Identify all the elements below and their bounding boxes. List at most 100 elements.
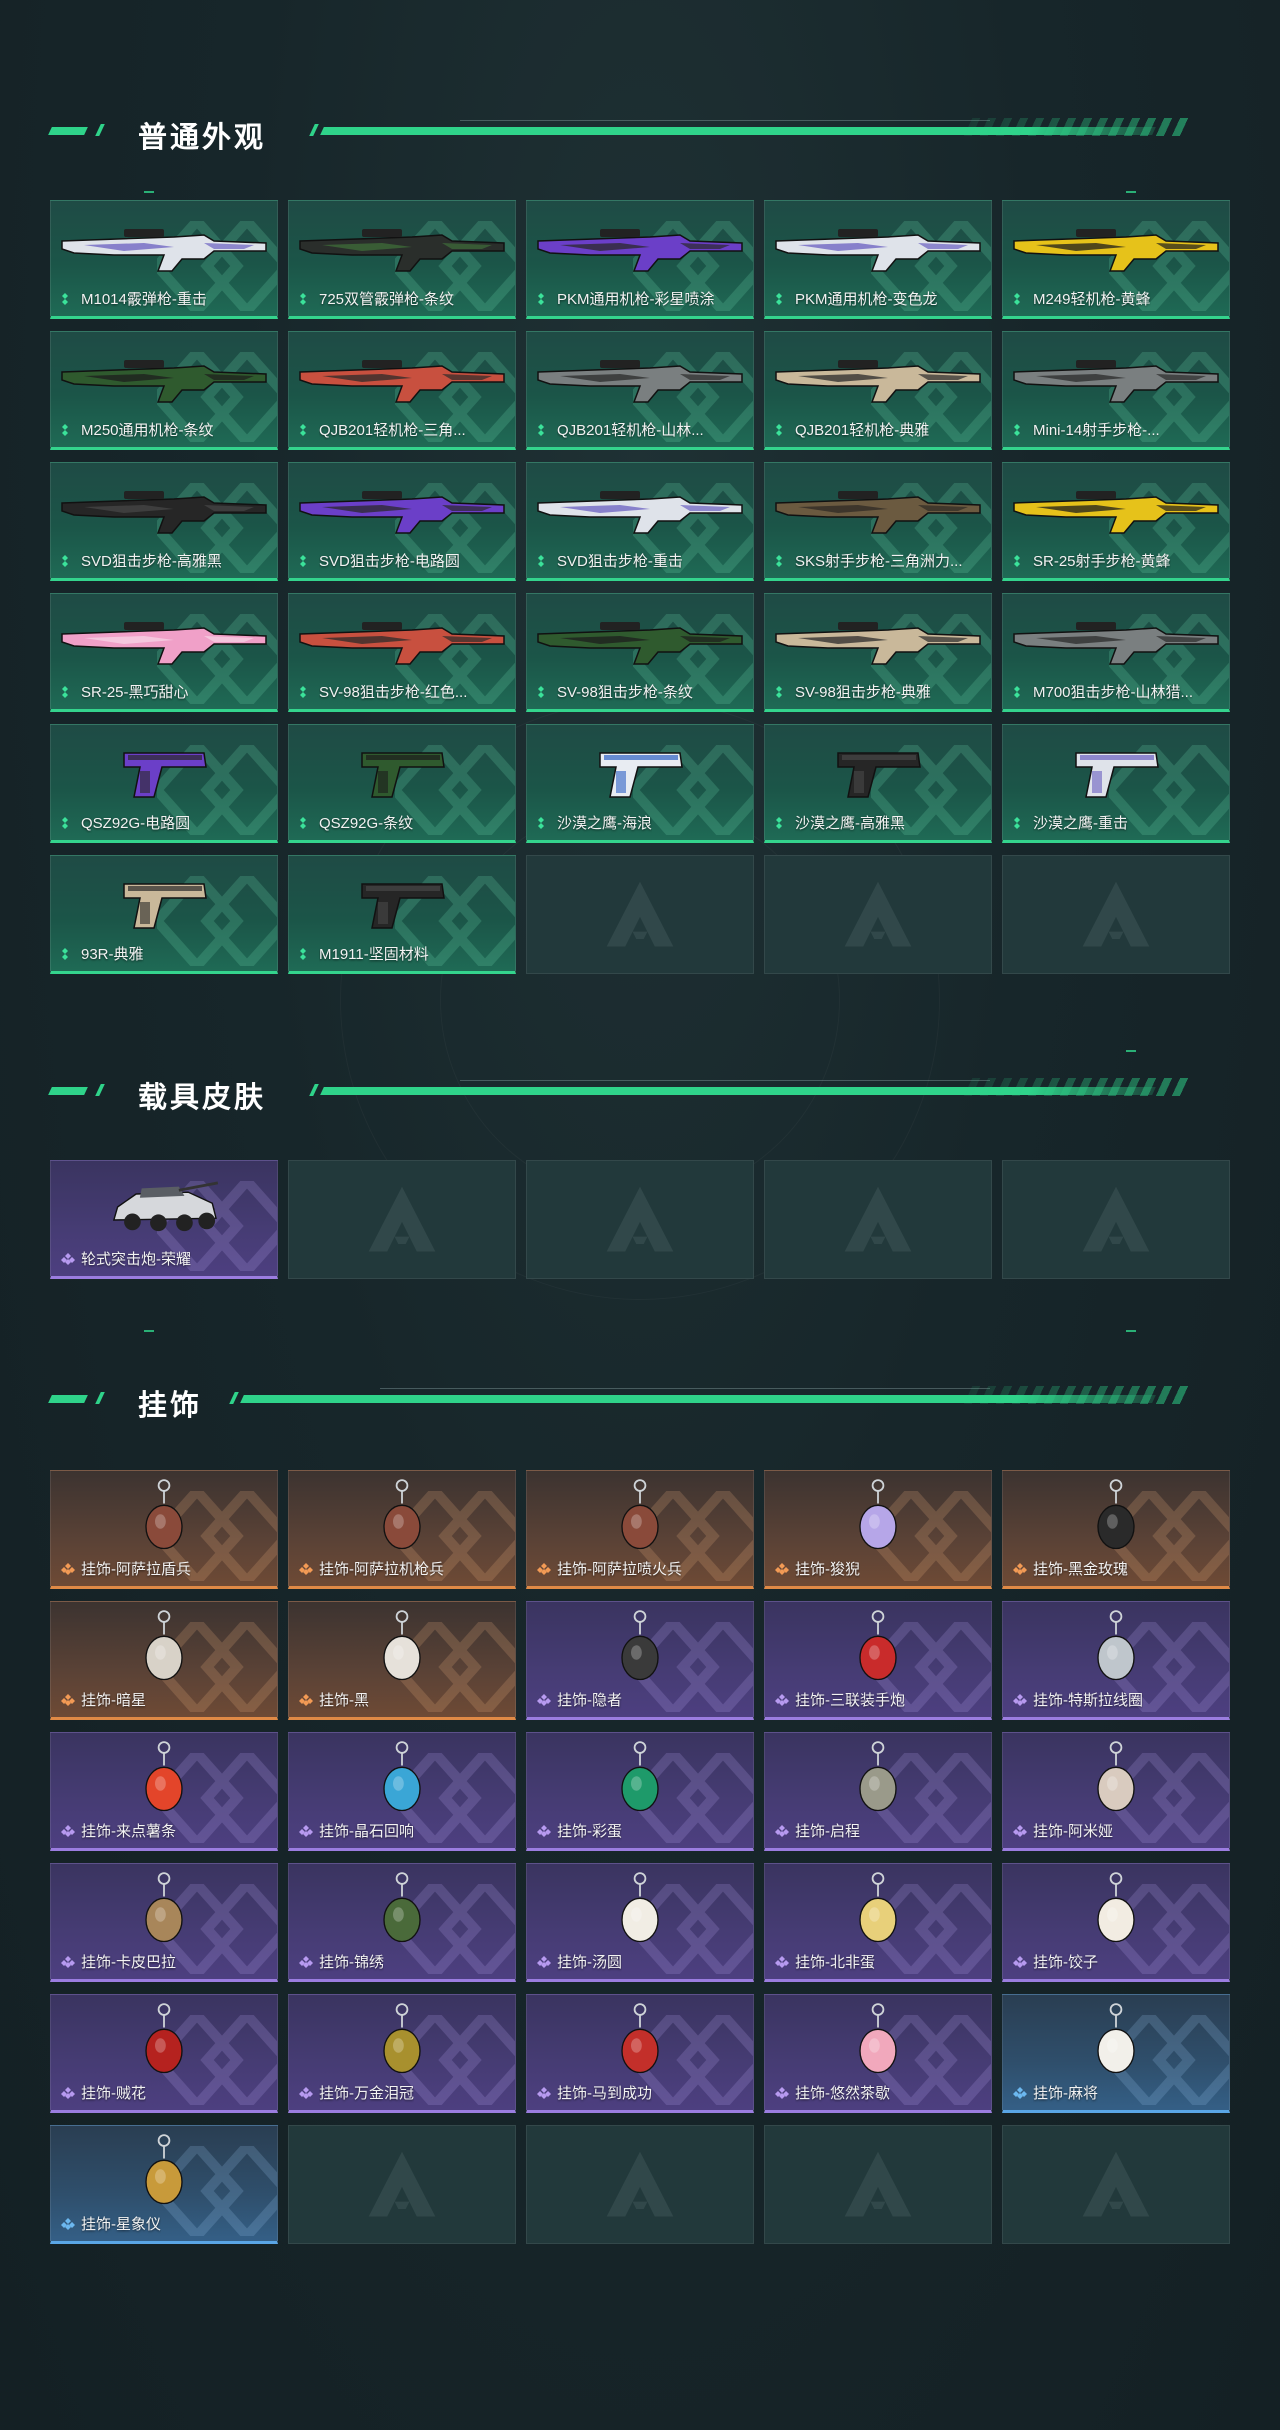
item-card[interactable]: SVD狙击步枪-电路圆	[288, 462, 516, 581]
item-card[interactable]: 挂饰-黑金玫瑰	[1002, 1470, 1230, 1589]
item-name-row: 挂饰-饺子	[1013, 1951, 1223, 1972]
item-card[interactable]: M1014霰弹枪-重击	[50, 200, 278, 319]
item-name-row: 沙漠之鹰-高雅黑	[775, 812, 985, 833]
item-card[interactable]: SR-25射手步枪-黄蜂	[1002, 462, 1230, 581]
item-card[interactable]: 挂饰-阿萨拉盾兵	[50, 1470, 278, 1589]
item-image	[527, 600, 753, 680]
item-name-row: M700狙击步枪-山林猎...	[1013, 681, 1223, 702]
item-name-row: QSZ92G-电路圆	[61, 812, 271, 833]
tag-charm-icon	[383, 1610, 421, 1681]
item-image	[289, 1739, 515, 1819]
item-image	[289, 862, 515, 942]
item-card[interactable]: 轮式突击炮-荣耀	[50, 1160, 278, 1279]
item-name: Mini-14射手步枪-...	[1033, 422, 1160, 439]
item-card[interactable]: M249轻机枪-黄蜂	[1002, 200, 1230, 319]
item-card[interactable]: SV-98狙击步枪-红色...	[288, 593, 516, 712]
item-card[interactable]: 挂饰-特斯拉线圈	[1002, 1601, 1230, 1720]
item-name: 挂饰-黑	[319, 1692, 369, 1709]
decor-mark	[1126, 1050, 1136, 1052]
item-card[interactable]: QJB201轻机枪-典雅	[764, 331, 992, 450]
item-card[interactable]: 挂饰-万金泪冠	[288, 1994, 516, 2113]
item-card[interactable]: 挂饰-卡皮巴拉	[50, 1863, 278, 1982]
item-card[interactable]: 挂饰-来点薯条	[50, 1732, 278, 1851]
item-card[interactable]: 挂饰-三联装手炮	[764, 1601, 992, 1720]
item-card[interactable]: 挂饰-隐者	[526, 1601, 754, 1720]
item-card[interactable]: SV-98狙击步枪-条纹	[526, 593, 754, 712]
item-card[interactable]: 挂饰-饺子	[1002, 1863, 1230, 1982]
item-card[interactable]: 725双管霰弹枪-条纹	[288, 200, 516, 319]
item-name: SR-25-黑巧甜心	[81, 684, 189, 701]
item-card[interactable]: SVD狙击步枪-重击	[526, 462, 754, 581]
item-name: 挂饰-饺子	[1033, 1954, 1098, 1971]
item-name: QJB201轻机枪-三角...	[319, 422, 466, 439]
item-card[interactable]: QSZ92G-电路圆	[50, 724, 278, 843]
item-image	[1003, 1608, 1229, 1688]
rarity-diamond-icon	[62, 292, 68, 305]
item-name-row: M250通用机枪-条纹	[61, 419, 271, 440]
item-card[interactable]: SVD狙击步枪-高雅黑	[50, 462, 278, 581]
item-card[interactable]: SR-25-黑巧甜心	[50, 593, 278, 712]
item-name: M249轻机枪-黄蜂	[1033, 291, 1151, 308]
item-card[interactable]: 挂饰-黑	[288, 1601, 516, 1720]
item-name: M1911-坚固材料	[319, 946, 429, 963]
item-name: PKM通用机枪-彩星喷涂	[557, 291, 715, 308]
item-card[interactable]: 挂饰-阿米娅	[1002, 1732, 1230, 1851]
rarity-diamond-icon	[537, 1955, 551, 1968]
item-name: 挂饰-阿米娅	[1033, 1823, 1113, 1840]
rifle-icon	[537, 360, 743, 403]
item-name: QJB201轻机枪-山林...	[557, 422, 704, 439]
item-card[interactable]: 挂饰-暗星	[50, 1601, 278, 1720]
item-card[interactable]: PKM通用机枪-变色龙	[764, 200, 992, 319]
rarity-diamond-icon	[62, 685, 68, 698]
item-name: 挂饰-锦绣	[319, 1954, 384, 1971]
rifle-icon	[537, 622, 743, 665]
item-card[interactable]: 挂饰-北非蛋	[764, 1863, 992, 1982]
item-card[interactable]: 挂饰-锦绣	[288, 1863, 516, 1982]
item-card[interactable]: 挂饰-阿萨拉喷火兵	[526, 1470, 754, 1589]
empty-slot	[526, 1160, 754, 1279]
item-name: 挂饰-贼花	[81, 2085, 146, 2102]
item-card[interactable]: QJB201轻机枪-三角...	[288, 331, 516, 450]
item-card[interactable]: QJB201轻机枪-山林...	[526, 331, 754, 450]
item-card[interactable]: 挂饰-晶石回响	[288, 1732, 516, 1851]
decor-mark	[1126, 191, 1136, 193]
item-name-row: 沙漠之鹰-重击	[1013, 812, 1223, 833]
item-card[interactable]: 挂饰-阿萨拉机枪兵	[288, 1470, 516, 1589]
item-card[interactable]: M250通用机枪-条纹	[50, 331, 278, 450]
card-charm-icon	[621, 1610, 659, 1681]
rifle-icon	[775, 229, 981, 272]
item-name-row: QJB201轻机枪-山林...	[537, 419, 747, 440]
item-card[interactable]: 挂饰-贼花	[50, 1994, 278, 2113]
item-card[interactable]: 93R-典雅	[50, 855, 278, 974]
rarity-diamond-icon	[300, 423, 306, 436]
item-card[interactable]: 挂饰-麻将	[1002, 1994, 1230, 2113]
fries-charm-icon	[145, 1741, 183, 1812]
item-card[interactable]: 沙漠之鹰-重击	[1002, 724, 1230, 843]
orb-charm-icon	[859, 1741, 897, 1812]
rarity-diamond-icon	[537, 1562, 551, 1575]
item-card[interactable]: 挂饰-启程	[764, 1732, 992, 1851]
item-name: 挂饰-汤圆	[557, 1954, 622, 1971]
item-card[interactable]: 挂饰-彩蛋	[526, 1732, 754, 1851]
rifle-icon	[299, 622, 505, 665]
item-card[interactable]: 沙漠之鹰-高雅黑	[764, 724, 992, 843]
item-card[interactable]: QSZ92G-条纹	[288, 724, 516, 843]
item-card[interactable]: 挂饰-星象仪	[50, 2125, 278, 2244]
pistol-icon	[123, 883, 207, 929]
item-card[interactable]: 沙漠之鹰-海浪	[526, 724, 754, 843]
empty-slot	[288, 1160, 516, 1279]
item-card[interactable]: 挂饰-狻猊	[764, 1470, 992, 1589]
item-name-row: 挂饰-黑	[299, 1689, 509, 1710]
item-card[interactable]: SV-98狙击步枪-典雅	[764, 593, 992, 712]
item-name-row: SVD狙击步枪-电路圆	[299, 550, 509, 571]
item-card[interactable]: M1911-坚固材料	[288, 855, 516, 974]
item-name-row: 挂饰-阿萨拉喷火兵	[537, 1558, 747, 1579]
item-card[interactable]: SKS射手步枪-三角洲力...	[764, 462, 992, 581]
item-card[interactable]: 挂饰-汤圆	[526, 1863, 754, 1982]
item-card[interactable]: PKM通用机枪-彩星喷涂	[526, 200, 754, 319]
item-card[interactable]: 挂饰-马到成功	[526, 1994, 754, 2113]
item-card[interactable]: Mini-14射手步枪-...	[1002, 331, 1230, 450]
item-name: 挂饰-阿萨拉喷火兵	[557, 1561, 682, 1578]
item-card[interactable]: 挂饰-悠然茶歇	[764, 1994, 992, 2113]
item-card[interactable]: M700狙击步枪-山林猎...	[1002, 593, 1230, 712]
